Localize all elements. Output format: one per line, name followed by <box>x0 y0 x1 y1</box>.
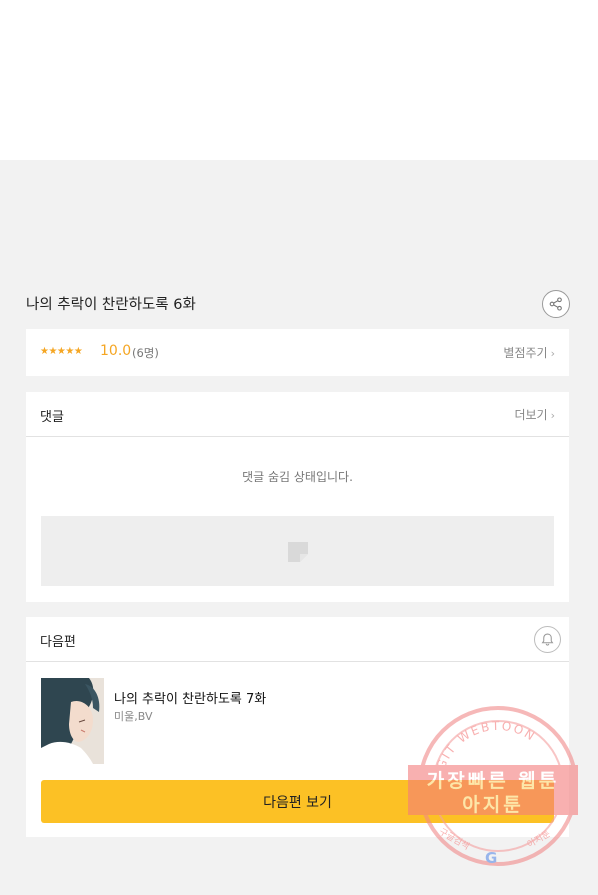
rating-card: ★★★★★ 10.0 (6명) 별점주기 › <box>26 329 569 376</box>
placeholder-icon <box>288 542 308 562</box>
comment-card: 댓글 더보기 › 댓글 숨김 상태입니다. <box>26 392 569 602</box>
chevron-right-icon: › <box>550 347 555 360</box>
google-logo-icon: G <box>485 849 498 867</box>
bell-icon <box>541 633 554 646</box>
rate-button[interactable]: 별점주기 › <box>503 344 555 361</box>
thumbnail-illustration <box>41 678 104 764</box>
share-icon <box>549 297 562 311</box>
episode-title: 나의 추락이 찬란하도록 6화 <box>26 297 196 313</box>
chevron-right-icon: › <box>550 409 555 422</box>
comment-title: 댓글 <box>40 410 64 425</box>
rating-stars: ★★★★★ <box>40 346 83 357</box>
next-title: 다음편 <box>40 635 76 650</box>
comment-hidden-message: 댓글 숨김 상태입니다. <box>242 470 353 484</box>
next-episode-author: 미울,BV <box>114 710 153 723</box>
watermark-line1: 가장빠른 웹툰 <box>426 770 560 792</box>
episode-title-row: 나의 추락이 찬란하도록 6화 <box>26 288 570 320</box>
rating-score: 10.0 <box>100 343 132 359</box>
content-top-area <box>0 0 598 160</box>
watermark-line2: 아지툰 <box>462 794 524 816</box>
share-button[interactable] <box>542 290 570 318</box>
comment-header: 댓글 더보기 › <box>26 392 569 437</box>
next-episode-title[interactable]: 나의 추락이 찬란하도록 7화 <box>114 688 266 707</box>
comment-more-button[interactable]: 더보기 › <box>514 406 555 423</box>
next-episode-thumbnail[interactable] <box>41 678 104 764</box>
notification-button[interactable] <box>534 626 561 653</box>
rate-button-label: 별점주기 <box>503 346 548 360</box>
next-header: 다음편 <box>26 617 569 662</box>
watermark-stamp: AGIT WEBTOON 가장빠른 웹툰 아지툰 구글검색 G 아지툰 <box>408 706 578 872</box>
comment-placeholder <box>41 516 554 586</box>
comment-more-label: 더보기 <box>514 408 548 422</box>
rating-count: (6명) <box>132 346 159 360</box>
